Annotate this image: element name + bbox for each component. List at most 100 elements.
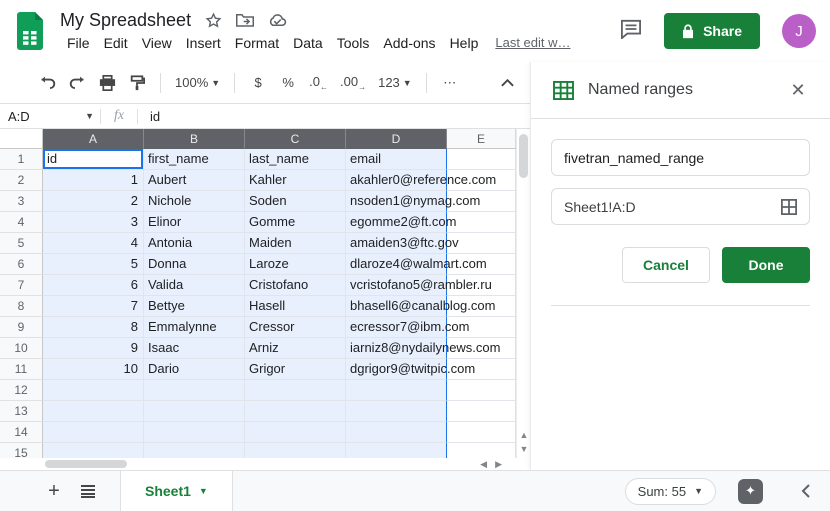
row-header-2[interactable]: 2: [0, 170, 43, 191]
cell-C13[interactable]: [245, 401, 346, 422]
cell-C14[interactable]: [245, 422, 346, 443]
collapse-toolbar-button[interactable]: [494, 70, 520, 96]
star-icon[interactable]: [205, 12, 222, 29]
done-button[interactable]: Done: [722, 247, 810, 283]
cell-D5[interactable]: amaiden3@ftc.gov: [346, 233, 447, 254]
cell-C6[interactable]: Laroze: [245, 254, 346, 275]
scroll-left-button[interactable]: ◀: [480, 458, 487, 470]
cell-B4[interactable]: Elinor: [144, 212, 245, 233]
cell-B13[interactable]: [144, 401, 245, 422]
formula-input[interactable]: id: [138, 109, 160, 124]
column-header-e[interactable]: E: [447, 129, 516, 149]
cell-B7[interactable]: Valida: [144, 275, 245, 296]
paint-format-button[interactable]: [124, 70, 150, 96]
cell-B15[interactable]: [144, 443, 245, 458]
cell-C15[interactable]: [245, 443, 346, 458]
cell-C11[interactable]: Grigor: [245, 359, 346, 380]
cell-E4[interactable]: [447, 212, 516, 233]
cell-E1[interactable]: [447, 149, 516, 170]
horizontal-scrollbar[interactable]: ◀ ▶: [0, 458, 530, 470]
zoom-select[interactable]: 100% ▼: [171, 70, 224, 96]
row-header-15[interactable]: 15: [0, 443, 43, 458]
cell-D6[interactable]: dlaroze4@walmart.com: [346, 254, 447, 275]
sheets-logo-icon[interactable]: [16, 12, 44, 50]
column-header-c[interactable]: C: [245, 129, 346, 149]
cancel-button[interactable]: Cancel: [622, 247, 710, 283]
cell-D10[interactable]: iarniz8@nydailynews.com: [346, 338, 447, 359]
cell-E14[interactable]: [447, 422, 516, 443]
document-title[interactable]: My Spreadsheet: [60, 10, 191, 31]
name-box[interactable]: A:D ▼: [0, 109, 100, 124]
row-header-1[interactable]: 1: [0, 149, 43, 170]
close-icon[interactable]: ✕: [786, 80, 810, 101]
cell-B8[interactable]: Bettye: [144, 296, 245, 317]
row-header-11[interactable]: 11: [0, 359, 43, 380]
column-header-b[interactable]: B: [144, 129, 245, 149]
cell-D8[interactable]: bhasell6@canalblog.com: [346, 296, 447, 317]
menu-item-insert[interactable]: Insert: [179, 33, 228, 53]
cell-C10[interactable]: Arniz: [245, 338, 346, 359]
row-header-3[interactable]: 3: [0, 191, 43, 212]
cell-A2[interactable]: 1: [43, 170, 144, 191]
cell-A7[interactable]: 6: [43, 275, 144, 296]
cell-D7[interactable]: vcristofano5@rambler.ru: [346, 275, 447, 296]
cell-B10[interactable]: Isaac: [144, 338, 245, 359]
column-header-a[interactable]: A: [43, 129, 144, 149]
menu-item-view[interactable]: View: [135, 33, 179, 53]
row-header-9[interactable]: 9: [0, 317, 43, 338]
cell-E13[interactable]: [447, 401, 516, 422]
cell-C1[interactable]: last_name: [245, 149, 346, 170]
cell-E15[interactable]: [447, 443, 516, 458]
redo-button[interactable]: [64, 70, 90, 96]
decrease-decimal-button[interactable]: .0←: [305, 70, 332, 96]
grid-select-icon[interactable]: [781, 199, 797, 215]
cell-B3[interactable]: Nichole: [144, 191, 245, 212]
cell-E12[interactable]: [447, 380, 516, 401]
sheet-tab-sheet1[interactable]: Sheet1 ▼: [120, 471, 233, 511]
cell-A14[interactable]: [43, 422, 144, 443]
select-all-corner[interactable]: [0, 129, 43, 149]
format-percent-button[interactable]: %: [275, 70, 301, 96]
cell-A9[interactable]: 8: [43, 317, 144, 338]
cell-D14[interactable]: [346, 422, 447, 443]
cell-C7[interactable]: Cristofano: [245, 275, 346, 296]
more-toolbar-button[interactable]: ⋯: [437, 70, 463, 96]
cell-D13[interactable]: [346, 401, 447, 422]
cell-B2[interactable]: Aubert: [144, 170, 245, 191]
share-button[interactable]: Share: [664, 13, 760, 49]
cell-D2[interactable]: akahler0@reference.com: [346, 170, 447, 191]
row-header-13[interactable]: 13: [0, 401, 43, 422]
increase-decimal-button[interactable]: .00→: [336, 70, 370, 96]
row-header-8[interactable]: 8: [0, 296, 43, 317]
explore-button[interactable]: ✦: [738, 479, 763, 504]
format-currency-button[interactable]: $: [245, 70, 271, 96]
undo-button[interactable]: [34, 70, 60, 96]
cell-D3[interactable]: nsoden1@nymag.com: [346, 191, 447, 212]
cell-D9[interactable]: ecressor7@ibm.com: [346, 317, 447, 338]
cell-A3[interactable]: 2: [43, 191, 144, 212]
cell-B11[interactable]: Dario: [144, 359, 245, 380]
scroll-down-button[interactable]: ▼: [520, 442, 529, 456]
cell-C3[interactable]: Soden: [245, 191, 346, 212]
cell-C12[interactable]: [245, 380, 346, 401]
menu-item-format[interactable]: Format: [228, 33, 286, 53]
comment-history-icon[interactable]: [620, 19, 642, 44]
cell-A10[interactable]: 9: [43, 338, 144, 359]
cell-A12[interactable]: [43, 380, 144, 401]
move-folder-icon[interactable]: [236, 12, 254, 28]
menu-item-data[interactable]: Data: [286, 33, 330, 53]
cell-A13[interactable]: [43, 401, 144, 422]
cell-C8[interactable]: Hasell: [245, 296, 346, 317]
row-header-7[interactable]: 7: [0, 275, 43, 296]
row-header-4[interactable]: 4: [0, 212, 43, 233]
cell-A8[interactable]: 7: [43, 296, 144, 317]
cell-D4[interactable]: egomme2@ft.com: [346, 212, 447, 233]
cell-D11[interactable]: dgrigor9@twitpic.com: [346, 359, 447, 380]
cell-A4[interactable]: 3: [43, 212, 144, 233]
cell-C2[interactable]: Kahler: [245, 170, 346, 191]
number-format-button[interactable]: 123 ▼: [374, 70, 416, 96]
cell-B5[interactable]: Antonia: [144, 233, 245, 254]
sum-badge[interactable]: Sum: 55 ▼: [625, 478, 716, 505]
cell-C4[interactable]: Gomme: [245, 212, 346, 233]
row-header-6[interactable]: 6: [0, 254, 43, 275]
